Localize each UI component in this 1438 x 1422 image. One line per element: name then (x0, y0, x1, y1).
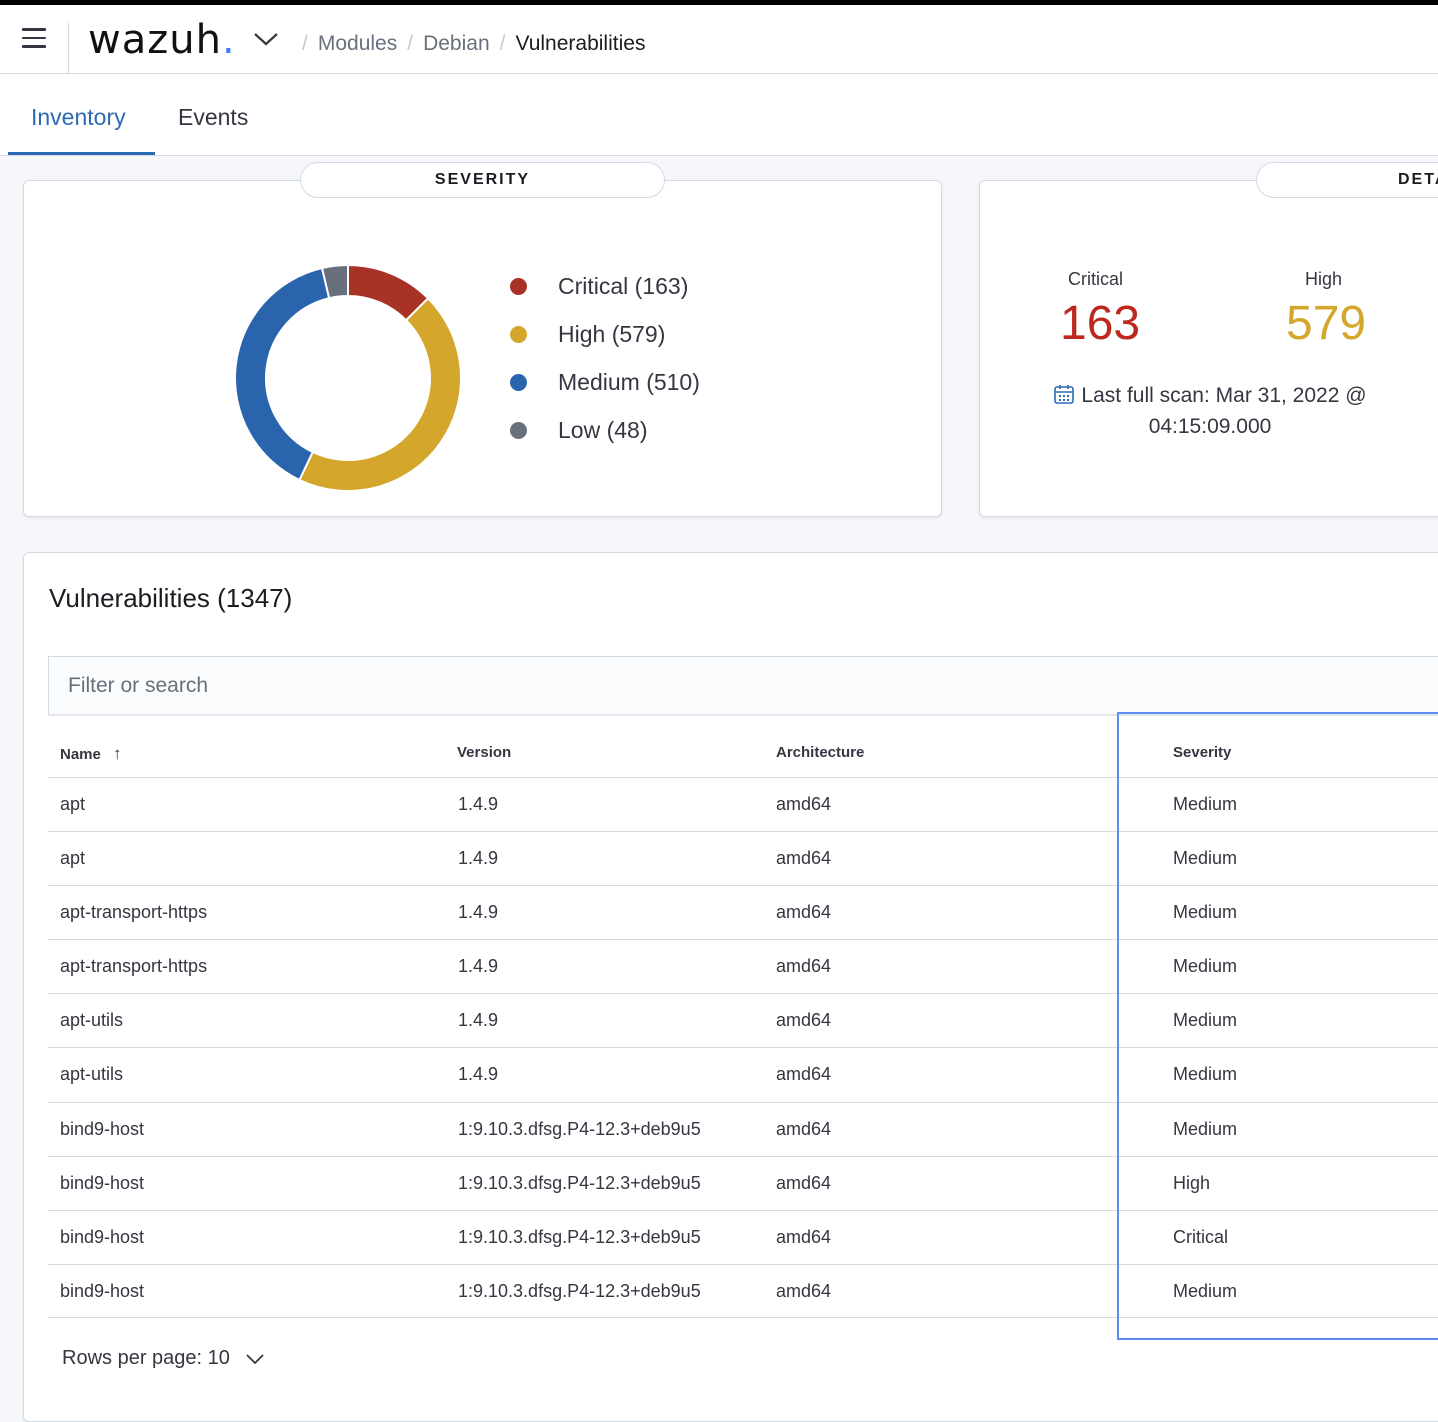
cell-name: apt-transport-https (60, 902, 208, 922)
cell-name: apt (60, 848, 86, 868)
breadcrumb-separator: / (302, 32, 308, 55)
cell-name: bind9-host (60, 1281, 145, 1301)
search-placeholder: Filter or search (68, 674, 209, 697)
breadcrumb-vulnerabilities: Vulnerabilities (515, 32, 646, 55)
tab-inventory[interactable]: Inventory (31, 104, 126, 131)
active-tab-indicator (8, 152, 155, 155)
legend-item-low[interactable]: Low (48) (510, 406, 700, 454)
calendar-icon (1054, 385, 1075, 404)
cell-version: 1.4.9 (458, 1010, 499, 1030)
legend-label-critical: Critical (163) (558, 272, 689, 299)
rows-per-page-label: Rows per page: 10 (62, 1347, 230, 1369)
breadcrumb-modules[interactable]: Modules (318, 32, 397, 56)
legend-item-critical[interactable]: Critical (163) (510, 262, 700, 310)
cell-name: apt (60, 794, 86, 814)
cell-version: 1.4.9 (458, 956, 499, 976)
cell-name: apt-transport-https (60, 956, 208, 976)
cell-architecture: amd64 (776, 1227, 832, 1247)
sort-ascending-icon[interactable]: ↑ (113, 744, 122, 763)
chevron-down-icon (246, 1353, 264, 1364)
last-scan-info: Last full scan: Mar 31, 2022 @ 04:15:09.… (1000, 380, 1420, 442)
breadcrumb: / Modules / Debian / Vulnerabilities (292, 32, 645, 56)
column-header-name-label: Name (60, 746, 101, 763)
cell-architecture: amd64 (776, 1173, 832, 1193)
legend-label-low: Low (48) (558, 416, 648, 443)
legend-dot-high (510, 325, 527, 343)
legend-dot-critical (510, 277, 527, 295)
critical-stat-value[interactable]: 163 (1060, 296, 1140, 351)
vulnerabilities-title: Vulnerabilities (1347) (49, 583, 293, 613)
cell-architecture: amd64 (776, 956, 832, 976)
cell-version: 1.4.9 (458, 848, 499, 868)
cell-version: 1.4.9 (458, 902, 499, 922)
legend-dot-low (510, 421, 527, 439)
legend-item-medium[interactable]: Medium (510) (510, 358, 700, 406)
last-scan-time: 04:15:09.000 (1148, 415, 1272, 438)
severity-panel (23, 180, 942, 517)
cell-name: bind9-host (60, 1227, 145, 1247)
cell-name: bind9-host (60, 1119, 145, 1139)
cell-architecture: amd64 (776, 848, 832, 868)
cell-architecture: amd64 (776, 1010, 832, 1030)
donut-slice-medium[interactable] (234, 266, 331, 482)
legend-label-medium: Medium (510) (558, 368, 700, 395)
cell-name: apt-utils (60, 1010, 124, 1030)
chevron-down-icon[interactable] (252, 29, 280, 49)
column-header-name[interactable]: Name ↑ (60, 744, 122, 764)
cell-version: 1:9.10.3.dfsg.P4-12.3+deb9u5 (458, 1281, 701, 1301)
last-scan-text: Last full scan: Mar 31, 2022 @ (1081, 384, 1367, 407)
cell-version: 1.4.9 (458, 1064, 499, 1084)
details-panel (979, 180, 1438, 517)
cell-name: apt-utils (60, 1064, 124, 1084)
rows-per-page-selector[interactable]: Rows per page: 10 (62, 1347, 266, 1370)
cell-architecture: amd64 (776, 902, 832, 922)
cell-version: 1:9.10.3.dfsg.P4-12.3+deb9u5 (458, 1227, 701, 1247)
legend-label-high: High (579) (558, 320, 666, 347)
breadcrumb-debian[interactable]: Debian (423, 32, 490, 56)
cell-architecture: amd64 (776, 794, 832, 814)
cell-name: bind9-host (60, 1173, 145, 1193)
cell-version: 1:9.10.3.dfsg.P4-12.3+deb9u5 (458, 1173, 701, 1193)
search-input[interactable]: Filter or search (48, 656, 1438, 716)
legend-dot-medium (510, 373, 527, 391)
column-header-architecture[interactable]: Architecture (776, 744, 864, 761)
breadcrumb-separator: / (499, 32, 506, 55)
cell-version: 1:9.10.3.dfsg.P4-12.3+deb9u5 (458, 1119, 701, 1139)
high-stat-value[interactable]: 579 (1286, 296, 1366, 351)
menu-icon[interactable] (22, 28, 47, 48)
critical-stat-label: Critical (1068, 269, 1124, 289)
high-stat-label: High (1305, 269, 1343, 289)
tab-bar: Inventory Events (0, 74, 1438, 156)
wazuh-logo[interactable]: wazuh. (88, 17, 236, 63)
donut-slice-high[interactable] (298, 296, 462, 492)
cell-architecture: amd64 (776, 1119, 832, 1139)
severity-column-highlight (1117, 712, 1438, 1340)
cell-architecture: amd64 (776, 1281, 832, 1301)
legend-item-high[interactable]: High (579) (510, 310, 700, 358)
breadcrumb-separator: / (407, 32, 414, 55)
severity-donut-chart (234, 263, 462, 492)
cell-architecture: amd64 (776, 1064, 832, 1084)
cell-version: 1.4.9 (458, 794, 499, 814)
header-divider (68, 23, 69, 79)
details-panel-title: DETA (1256, 162, 1438, 198)
severity-legend: Critical (163) High (579) Medium (510) L… (510, 262, 700, 454)
severity-panel-title: SEVERITY (300, 162, 665, 198)
top-bar: wazuh. / Modules / Debian / Vulnerabilit… (0, 0, 1438, 79)
tab-events[interactable]: Events (178, 104, 248, 131)
column-header-version[interactable]: Version (457, 744, 511, 761)
